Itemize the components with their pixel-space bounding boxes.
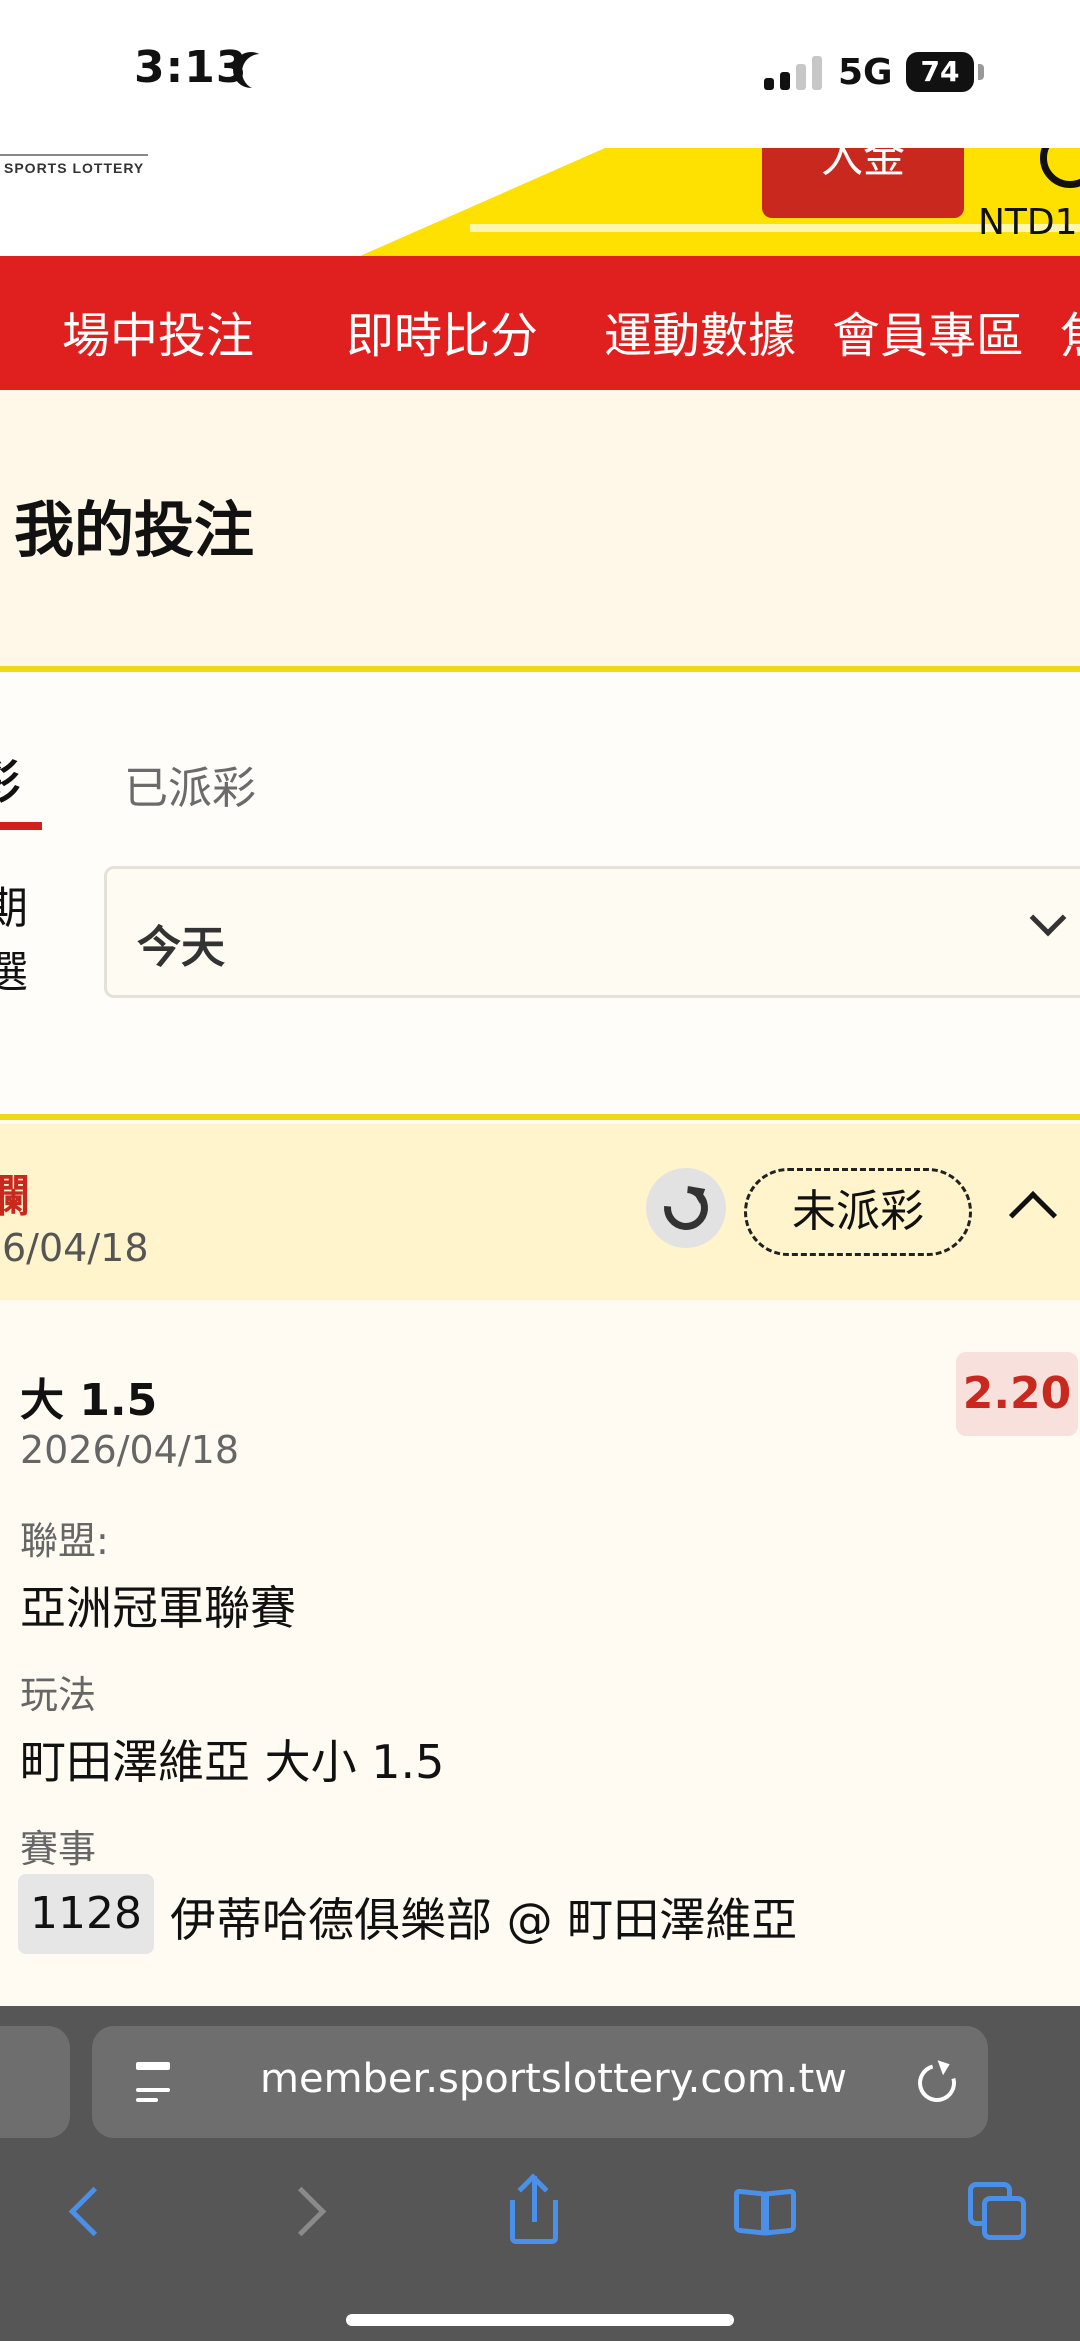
url-text: member.sportslottery.com.tw	[260, 2056, 847, 2102]
nav-item-live-scores[interactable]: 即時比分	[346, 296, 538, 366]
logo-divider	[0, 154, 148, 156]
tabs-icon[interactable]	[962, 2176, 1032, 2246]
bet-date: 2026/04/18	[20, 1428, 240, 1472]
league-label: 聯盟:	[20, 1519, 109, 1563]
bet-type-label: 欄	[0, 1171, 30, 1222]
event-number-badge: 1128	[18, 1874, 154, 1954]
site-logo[interactable]: SPORTS LOTTERY	[4, 160, 144, 176]
bookmarks-icon[interactable]	[730, 2176, 800, 2246]
date-range-select[interactable]: 今天	[104, 866, 1080, 998]
status-badge: 未派彩	[744, 1168, 972, 1256]
date-filter-label: 期	[0, 883, 28, 934]
tab-active-indicator	[0, 822, 42, 830]
date-range-value: 今天	[137, 922, 225, 973]
tab-unsettled[interactable]: 彩	[0, 746, 20, 812]
status-bar: 3:13 5G 74	[0, 0, 1080, 148]
nav-item-live-betting[interactable]: 場中投注	[62, 296, 254, 366]
page-menu-icon[interactable]	[136, 2062, 174, 2102]
bet-selection: 大 1.5	[20, 1375, 158, 1426]
bet-card-header[interactable]: 欄 6/04/18 未派彩	[0, 1124, 1080, 1300]
balance-label: NTD1	[978, 202, 1078, 243]
refresh-icon	[655, 1177, 717, 1239]
home-indicator[interactable]	[346, 2314, 734, 2326]
nav-item-member-area[interactable]: 會員專區	[832, 296, 1024, 366]
network-type: 5G	[838, 52, 893, 93]
chevron-up-icon[interactable]	[1008, 1190, 1058, 1240]
deposit-button[interactable]: 入金	[762, 148, 964, 218]
reload-icon[interactable]	[911, 2057, 963, 2109]
date-filter-label-2: 選	[0, 947, 28, 998]
battery-icon: 74	[906, 52, 974, 92]
tab-settled[interactable]: 已派彩	[124, 752, 256, 816]
nav-item-next[interactable]: 焦	[1060, 296, 1080, 366]
status-time: 3:13	[134, 42, 248, 93]
moon-icon	[242, 54, 278, 90]
market-label: 玩法	[20, 1673, 97, 1717]
previous-tab-preview[interactable]	[0, 2026, 70, 2138]
chevron-down-icon	[1029, 899, 1067, 937]
odds-badge: 2.20	[956, 1352, 1078, 1436]
league-value: 亞洲冠軍聯賽	[20, 1581, 296, 1635]
page-title: 我的投注	[14, 496, 254, 566]
site-header: SPORTS LOTTERY 入金 NTD1	[0, 148, 1080, 256]
market-value: 町田澤維亞 大小 1.5	[20, 1735, 445, 1789]
signal-icon	[764, 56, 824, 90]
battery-tip	[978, 64, 984, 80]
browser-toolbar: member.sportslottery.com.tw	[0, 2006, 1080, 2341]
bet-header-date: 6/04/18	[2, 1226, 149, 1270]
divider	[0, 1114, 1080, 1120]
event-name: 伊蒂哈德俱樂部 @ 町田澤維亞	[170, 1893, 798, 1947]
event-label: 賽事	[20, 1827, 97, 1871]
back-icon[interactable]	[56, 2176, 126, 2246]
address-bar[interactable]: member.sportslottery.com.tw	[92, 2026, 988, 2138]
forward-icon[interactable]	[272, 2176, 342, 2246]
filter-section: 彩 已派彩 期 選 今天	[0, 672, 1080, 1118]
title-section: 我的投注	[0, 390, 1080, 672]
main-nav: 場中投注 即時比分 運動數據 會員專區 焦	[0, 256, 1080, 390]
header-banner	[360, 148, 1080, 256]
share-icon[interactable]	[500, 2173, 570, 2246]
nav-item-sports-data[interactable]: 運動數據	[604, 296, 796, 366]
refresh-button[interactable]	[646, 1168, 726, 1248]
